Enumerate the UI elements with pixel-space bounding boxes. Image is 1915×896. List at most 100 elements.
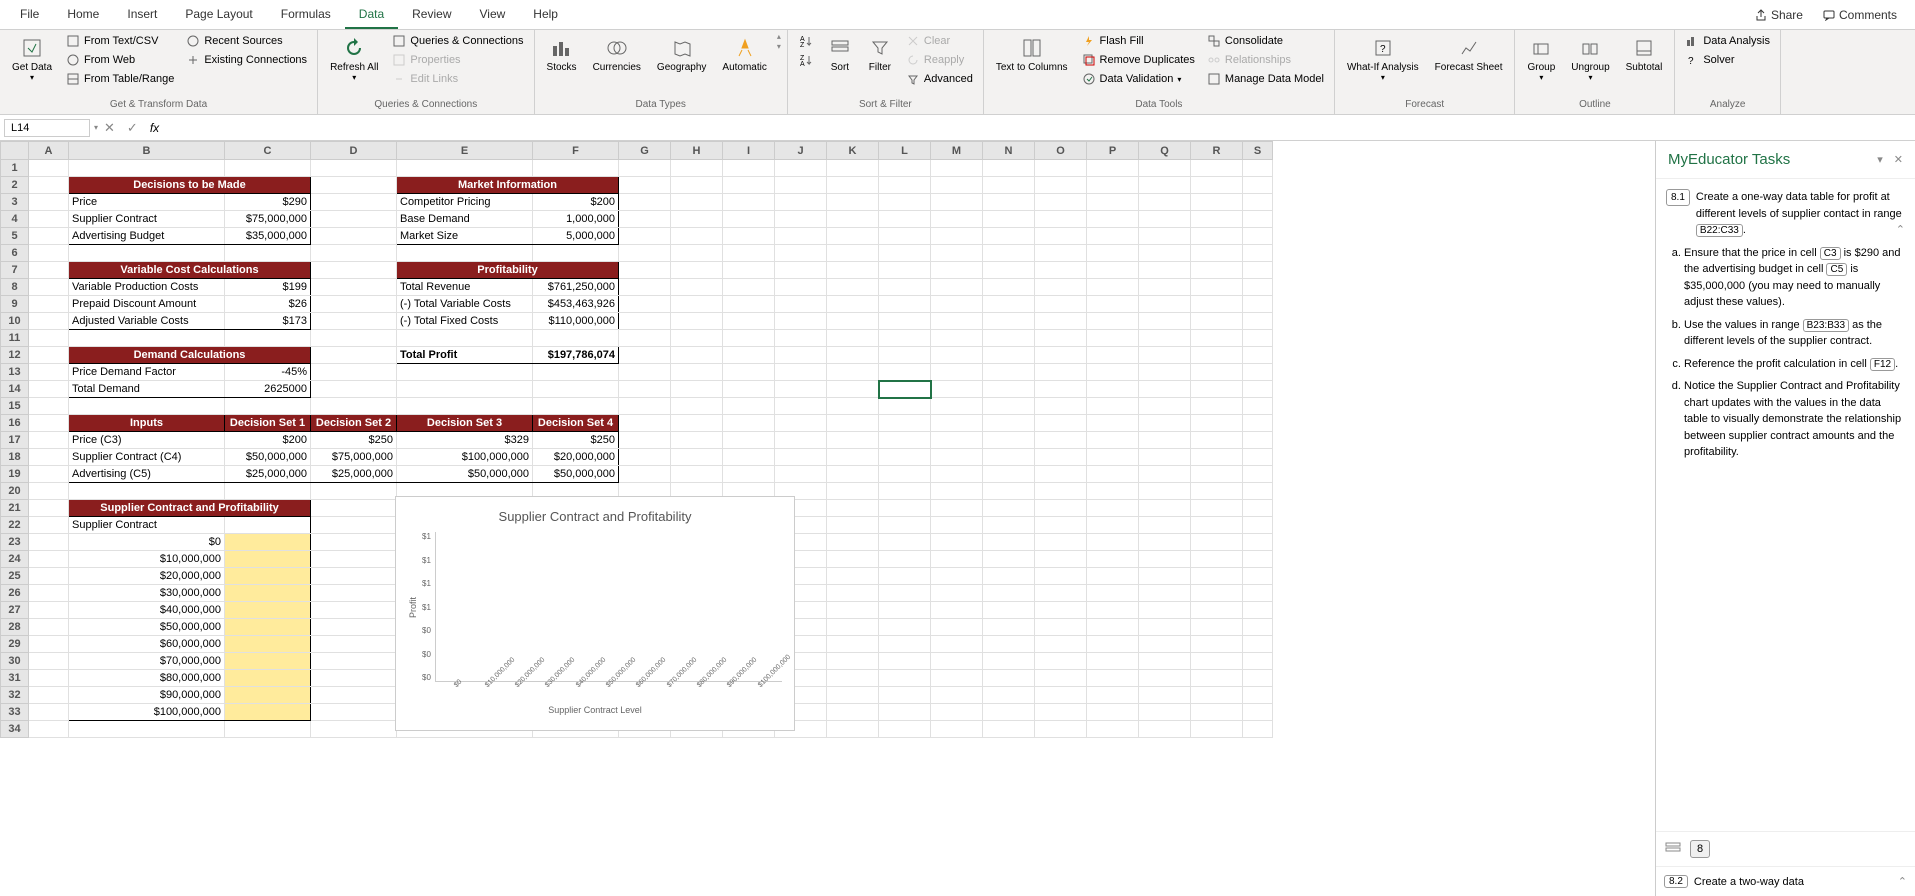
cell-G17[interactable] [619, 432, 671, 449]
cell-S26[interactable] [1243, 585, 1273, 602]
cell-N5[interactable] [983, 228, 1035, 245]
cell-P27[interactable] [1087, 602, 1139, 619]
cell-M29[interactable] [931, 636, 983, 653]
cell-B27[interactable]: $40,000,000 [69, 602, 225, 619]
cell-H8[interactable] [671, 279, 723, 296]
cell-G11[interactable] [619, 330, 671, 347]
cell-J9[interactable] [775, 296, 827, 313]
cell-R12[interactable] [1191, 347, 1243, 364]
cell-Q3[interactable] [1139, 194, 1191, 211]
cell-N32[interactable] [983, 687, 1035, 704]
cell-E2[interactable]: Market Information [397, 177, 619, 194]
cell-O14[interactable] [1035, 381, 1087, 398]
cell-O34[interactable] [1035, 721, 1087, 738]
cell-B14[interactable]: Total Demand [69, 381, 225, 398]
cell-N20[interactable] [983, 483, 1035, 500]
cell-S5[interactable] [1243, 228, 1273, 245]
cell-E7[interactable]: Profitability [397, 262, 619, 279]
cell-K34[interactable] [827, 721, 879, 738]
cell-D27[interactable] [311, 602, 397, 619]
cell-A29[interactable] [29, 636, 69, 653]
ungroup-button[interactable]: Ungroup▾ [1565, 32, 1615, 86]
cell-K24[interactable] [827, 551, 879, 568]
cell-D34[interactable] [311, 721, 397, 738]
cell-L32[interactable] [879, 687, 931, 704]
from-web-button[interactable]: From Web [62, 51, 178, 69]
cell-K15[interactable] [827, 398, 879, 415]
collapse-icon[interactable]: ⌃ [1896, 222, 1905, 239]
row-header-13[interactable]: 13 [1, 364, 29, 381]
cell-M12[interactable] [931, 347, 983, 364]
cell-S28[interactable] [1243, 619, 1273, 636]
manage-data-model-button[interactable]: Manage Data Model [1203, 70, 1328, 88]
cell-C14[interactable]: 2625000 [225, 381, 311, 398]
cell-I5[interactable] [723, 228, 775, 245]
cell-C15[interactable] [225, 398, 311, 415]
cell-P26[interactable] [1087, 585, 1139, 602]
cell-P17[interactable] [1087, 432, 1139, 449]
cell-O12[interactable] [1035, 347, 1087, 364]
get-data-button[interactable]: Get Data▾ [6, 32, 58, 86]
cell-G1[interactable] [619, 160, 671, 177]
cell-N8[interactable] [983, 279, 1035, 296]
cell-Q23[interactable] [1139, 534, 1191, 551]
cell-Q5[interactable] [1139, 228, 1191, 245]
cell-N4[interactable] [983, 211, 1035, 228]
cell-A21[interactable] [29, 500, 69, 517]
col-header-M[interactable]: M [931, 142, 983, 160]
col-header-B[interactable]: B [69, 142, 225, 160]
cell-R33[interactable] [1191, 704, 1243, 721]
cell-P1[interactable] [1087, 160, 1139, 177]
cell-L25[interactable] [879, 568, 931, 585]
cell-F4[interactable]: 1,000,000 [533, 211, 619, 228]
cell-L34[interactable] [879, 721, 931, 738]
cell-C34[interactable] [225, 721, 311, 738]
cell-M10[interactable] [931, 313, 983, 330]
cell-I18[interactable] [723, 449, 775, 466]
col-header-S[interactable]: S [1243, 142, 1273, 160]
cell-K10[interactable] [827, 313, 879, 330]
cell-L17[interactable] [879, 432, 931, 449]
cell-A19[interactable] [29, 466, 69, 483]
cell-A1[interactable] [29, 160, 69, 177]
cell-B26[interactable]: $30,000,000 [69, 585, 225, 602]
row-header-28[interactable]: 28 [1, 619, 29, 636]
share-button[interactable]: Share [1747, 4, 1811, 26]
col-header-H[interactable]: H [671, 142, 723, 160]
cell-I15[interactable] [723, 398, 775, 415]
cell-L20[interactable] [879, 483, 931, 500]
cell-I10[interactable] [723, 313, 775, 330]
cell-G14[interactable] [619, 381, 671, 398]
cell-F1[interactable] [533, 160, 619, 177]
cell-G3[interactable] [619, 194, 671, 211]
cell-L15[interactable] [879, 398, 931, 415]
cell-A27[interactable] [29, 602, 69, 619]
cell-B2[interactable]: Decisions to be Made [69, 177, 311, 194]
cell-P2[interactable] [1087, 177, 1139, 194]
cell-S12[interactable] [1243, 347, 1273, 364]
cell-O24[interactable] [1035, 551, 1087, 568]
row-header-22[interactable]: 22 [1, 517, 29, 534]
cell-P13[interactable] [1087, 364, 1139, 381]
cell-I13[interactable] [723, 364, 775, 381]
cell-P8[interactable] [1087, 279, 1139, 296]
cell-N21[interactable] [983, 500, 1035, 517]
cell-N18[interactable] [983, 449, 1035, 466]
cell-N34[interactable] [983, 721, 1035, 738]
cell-I16[interactable] [723, 415, 775, 432]
cell-J15[interactable] [775, 398, 827, 415]
cell-B19[interactable]: Advertising (C5) [69, 466, 225, 483]
col-header-R[interactable]: R [1191, 142, 1243, 160]
cell-G2[interactable] [619, 177, 671, 194]
cell-N14[interactable] [983, 381, 1035, 398]
cell-P34[interactable] [1087, 721, 1139, 738]
cell-F14[interactable] [533, 381, 619, 398]
cell-L27[interactable] [879, 602, 931, 619]
cell-E11[interactable] [397, 330, 533, 347]
cell-L23[interactable] [879, 534, 931, 551]
cell-S20[interactable] [1243, 483, 1273, 500]
cell-D20[interactable] [311, 483, 397, 500]
cell-L9[interactable] [879, 296, 931, 313]
cell-L21[interactable] [879, 500, 931, 517]
cell-C6[interactable] [225, 245, 311, 262]
